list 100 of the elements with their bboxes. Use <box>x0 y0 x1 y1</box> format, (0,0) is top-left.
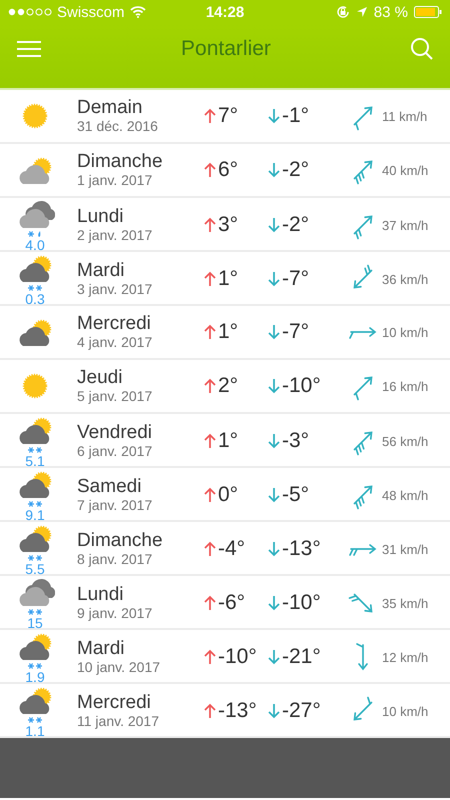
up-arrow-icon <box>204 649 216 665</box>
day-name: Jeudi <box>77 368 124 389</box>
low-temperature: -5° <box>282 483 310 507</box>
wind-speed: 31 km/h <box>382 542 430 556</box>
forecast-date: 8 janv. 2017 <box>77 552 154 568</box>
low-temperature: -7° <box>282 320 310 344</box>
down-arrow-icon <box>268 162 280 178</box>
down-arrow-icon <box>268 541 280 557</box>
wifi-icon <box>130 6 146 18</box>
down-arrow-icon <box>268 433 280 449</box>
day-name: Dimanche <box>77 152 164 173</box>
precipitation-amount: 5.5 <box>25 562 45 576</box>
menu-button[interactable] <box>16 40 42 58</box>
high-temperature: 6° <box>218 158 238 182</box>
rotation-lock-icon <box>336 5 350 19</box>
precipitation-amount: 5.1 <box>25 454 45 468</box>
up-arrow-icon <box>204 433 216 449</box>
down-arrow-icon <box>268 324 280 340</box>
day-name: Samedi <box>77 476 142 498</box>
snowflake-icon <box>26 608 44 616</box>
signal-icon <box>8 8 52 16</box>
wind-speed: 35 km/h <box>382 596 430 610</box>
clock-time: 14:28 <box>206 4 244 20</box>
low-temperature: -3° <box>282 429 310 453</box>
forecast-date: 10 janv. 2017 <box>77 660 162 676</box>
wind-speed: 16 km/h <box>382 378 430 394</box>
forecast-date: 11 janv. 2017 <box>77 714 160 730</box>
down-arrow-icon <box>268 703 280 719</box>
high-temperature: 3° <box>218 213 238 237</box>
city-title: Pontarlier <box>181 37 271 61</box>
snowflake-icon <box>26 716 44 724</box>
low-temperature: -10° <box>282 374 321 398</box>
precipitation-amount: 15 <box>27 616 43 630</box>
high-temperature: -6° <box>218 591 246 615</box>
forecast-date: 2 janv. 2017 <box>77 228 154 244</box>
down-arrow-icon <box>268 378 280 394</box>
day-name: Demain <box>77 98 144 119</box>
forecast-date: 6 janv. 2017 <box>77 444 154 460</box>
low-temperature: -2° <box>282 158 310 182</box>
low-temperature: -13° <box>282 537 321 561</box>
carrier-name: Swisscom <box>57 4 125 20</box>
wind-speed: 11 km/h <box>382 108 428 124</box>
wind-speed: 37 km/h <box>382 218 430 232</box>
up-arrow-icon <box>204 378 216 394</box>
day-name: Dimanche <box>77 530 164 552</box>
forecast-date: 1 janv. 2017 <box>77 172 154 188</box>
down-arrow-icon <box>268 217 280 233</box>
battery-icon <box>414 6 442 18</box>
day-name: Lundi <box>77 206 124 228</box>
high-temperature: 0° <box>218 483 238 507</box>
down-arrow-icon <box>268 595 280 611</box>
up-arrow-icon <box>204 595 216 611</box>
high-temperature: 1° <box>218 320 238 344</box>
day-name: Mercredi <box>77 314 152 335</box>
down-arrow-icon <box>268 487 280 503</box>
wind-speed: 36 km/h <box>382 272 430 286</box>
forecast-date: 9 janv. 2017 <box>77 606 154 622</box>
up-arrow-icon <box>204 703 216 719</box>
location-arrow-icon <box>356 6 368 18</box>
precipitation-amount: 1.9 <box>25 670 45 684</box>
down-arrow-icon <box>268 108 280 124</box>
down-arrow-icon <box>268 271 280 287</box>
snowflake-icon <box>26 284 44 292</box>
high-temperature: 7° <box>218 104 238 128</box>
high-temperature: 1° <box>218 267 238 291</box>
low-temperature: -10° <box>282 591 321 615</box>
up-arrow-icon <box>204 108 216 124</box>
high-temperature: -4° <box>218 537 246 561</box>
wind-speed: 48 km/h <box>382 488 430 502</box>
battery-percent: 83 % <box>374 4 408 20</box>
snowflake-icon <box>26 500 44 508</box>
day-name: Lundi <box>77 584 124 606</box>
low-temperature: -21° <box>282 645 321 669</box>
wind-speed: 10 km/h <box>382 324 430 340</box>
snowflake-icon <box>26 662 44 670</box>
high-temperature: 1° <box>218 429 238 453</box>
forecast-date: 3 janv. 2017 <box>77 282 154 298</box>
up-arrow-icon <box>204 217 216 233</box>
day-name: Mardi <box>77 638 126 660</box>
precipitation-amount: 0.3 <box>25 292 45 306</box>
high-temperature: -10° <box>218 645 257 669</box>
day-name: Mardi <box>77 260 126 282</box>
search-button[interactable] <box>410 37 434 61</box>
day-name: Vendredi <box>77 422 154 444</box>
wind-speed: 10 km/h <box>382 704 430 718</box>
wind-speed: 40 km/h <box>382 162 430 178</box>
low-temperature: -7° <box>282 267 310 291</box>
forecast-date: 4 janv. 2017 <box>77 334 154 350</box>
up-arrow-icon <box>204 271 216 287</box>
high-temperature: 2° <box>218 374 238 398</box>
low-temperature: -1° <box>282 104 310 128</box>
up-arrow-icon <box>204 162 216 178</box>
up-arrow-icon <box>204 541 216 557</box>
snowflake-icon <box>26 446 44 454</box>
snowflake-icon <box>26 554 44 562</box>
precipitation-amount: 1.1 <box>25 724 45 738</box>
up-arrow-icon <box>204 324 216 340</box>
wind-speed: 56 km/h <box>382 434 430 448</box>
precipitation-amount: 9.1 <box>25 508 45 522</box>
forecast-date: 7 janv. 2017 <box>77 498 154 514</box>
